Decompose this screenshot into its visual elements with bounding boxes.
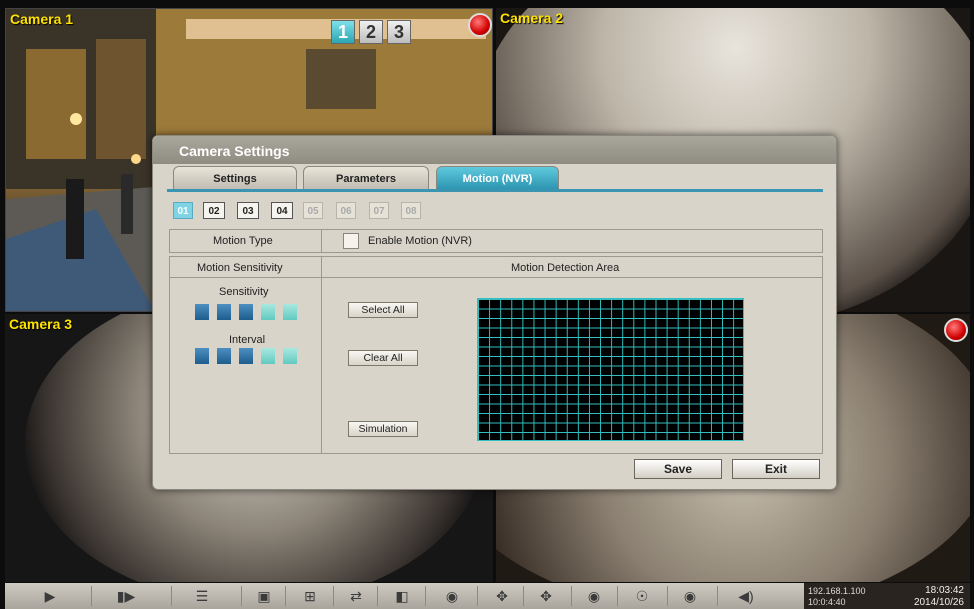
menu-list-icon[interactable]: ☰: [191, 587, 213, 605]
camera-settings-dialog: Camera Settings Settings Parameters Moti…: [152, 135, 837, 490]
quad-layout-icon[interactable]: ⊞: [299, 587, 321, 605]
sequence-icon[interactable]: ⇄: [345, 587, 367, 605]
intBar-step-3[interactable]: [239, 348, 253, 364]
dialog-title: Camera Settings: [179, 143, 290, 159]
tab-settings[interactable]: Settings: [173, 166, 297, 190]
motion-detection-area-header: Motion Detection Area: [511, 262, 620, 274]
intBar-step-5[interactable]: [283, 348, 297, 364]
motion-type-label: Motion Type: [213, 235, 273, 247]
channel-button-03[interactable]: 03: [237, 202, 259, 219]
record-icon[interactable]: [468, 13, 492, 37]
enable-motion-checkbox[interactable]: [343, 233, 359, 249]
intBar-step-2[interactable]: [217, 348, 231, 364]
camera-1-label: Camera 1: [10, 11, 74, 27]
pip-icon[interactable]: ◧: [391, 587, 413, 605]
step-play-icon[interactable]: ▮▶: [115, 587, 137, 605]
motion-detection-grid[interactable]: [477, 298, 744, 441]
snapshot-icon[interactable]: ◉: [441, 587, 463, 605]
sensBar-step-3[interactable]: [239, 304, 253, 320]
record-button-icon[interactable]: ◉: [679, 587, 701, 605]
bottom-toolbar: ▶ ▮▶ ☰ ▣ ⊞ ⇄ ◧ ◉ ✥ ✥ ◉ ☉ ◉ ◀) 192.168.1.…: [5, 583, 970, 609]
audio-icon[interactable]: ◀): [735, 587, 757, 605]
sensBar-step-1[interactable]: [195, 304, 209, 320]
camera-2-label: Camera 2: [500, 10, 564, 26]
interval-label: Interval: [229, 334, 266, 346]
status-panel: 192.168.1.100 10:0:4:40 18:03:42 2014/10…: [804, 583, 970, 609]
sensitivity-label: Sensitivity: [219, 286, 269, 298]
record-all-icon[interactable]: ◉: [583, 587, 605, 605]
playback-icon[interactable]: ▶: [39, 587, 61, 605]
channel-button-06: 06: [336, 202, 356, 219]
camera-3-label: Camera 3: [9, 316, 73, 332]
motion-sensitivity-header: Motion Sensitivity: [197, 262, 283, 274]
channel-button-01[interactable]: 01: [173, 202, 193, 219]
clock-date: 2014/10/26: [913, 597, 964, 608]
exit-button[interactable]: Exit: [732, 459, 820, 479]
channel-button-08: 08: [401, 202, 421, 219]
channel-button-07: 07: [369, 202, 389, 219]
ip-address: 192.168.1.100: [808, 586, 866, 596]
simulation-button[interactable]: Simulation: [348, 421, 418, 437]
intBar-step-4[interactable]: [261, 348, 275, 364]
channel-button-04[interactable]: 04: [271, 202, 293, 219]
tab-motion-nvr[interactable]: Motion (NVR): [436, 166, 559, 190]
uptime: 10:0:4:40: [808, 597, 846, 607]
page-3-button[interactable]: 3: [387, 20, 411, 44]
zoom-icon[interactable]: ✥: [535, 587, 557, 605]
intBar-step-1[interactable]: [195, 348, 209, 364]
enable-motion-label: Enable Motion (NVR): [368, 235, 472, 247]
clear-all-button[interactable]: Clear All: [348, 350, 418, 366]
channel-button-05: 05: [303, 202, 323, 219]
page-2-button[interactable]: 2: [359, 20, 383, 44]
record-schedule-icon[interactable]: ☉: [631, 587, 653, 605]
clock-time: 18:03:42: [925, 585, 964, 596]
save-button[interactable]: Save: [634, 459, 722, 479]
monitor-icon[interactable]: ▣: [253, 587, 275, 605]
tab-parameters[interactable]: Parameters: [303, 166, 429, 190]
sensBar-step-4[interactable]: [261, 304, 275, 320]
select-all-button[interactable]: Select All: [348, 302, 418, 318]
channel-button-02[interactable]: 02: [203, 202, 225, 219]
tab-divider: [167, 189, 823, 192]
page-1-button[interactable]: 1: [331, 20, 355, 44]
page-selector: 1 2 3: [331, 20, 411, 44]
sensBar-step-5[interactable]: [283, 304, 297, 320]
sensBar-step-2[interactable]: [217, 304, 231, 320]
record-icon-4[interactable]: [944, 318, 968, 342]
ptz-icon[interactable]: ✥: [491, 587, 513, 605]
